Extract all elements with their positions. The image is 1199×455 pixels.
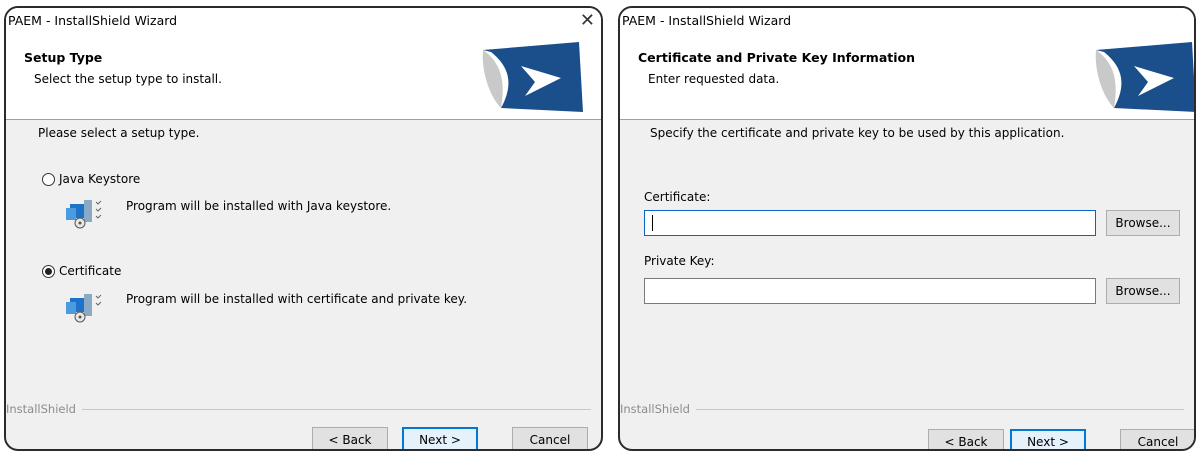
banner-title: Certificate and Private Key Information <box>638 50 916 65</box>
browse-private-key-button[interactable]: Browse... <box>1106 278 1180 304</box>
wizard-banner: Setup Type Select the setup type to inst… <box>6 36 601 120</box>
wizard-banner: Certificate and Private Key Information … <box>620 36 1194 120</box>
installshield-logo-icon <box>482 42 583 112</box>
title-bar: PAEM - InstallShield Wizard <box>620 8 1194 36</box>
browse-certificate-button[interactable]: Browse... <box>1106 210 1180 236</box>
install-package-icon <box>66 200 102 229</box>
install-package-icon <box>66 294 102 323</box>
certificate-input[interactable] <box>644 210 1096 236</box>
window-title: PAEM - InstallShield Wizard <box>622 13 792 28</box>
window-title: PAEM - InstallShield Wizard <box>8 13 178 28</box>
radio-circle[interactable] <box>42 264 55 278</box>
cancel-button[interactable]: Cancel <box>512 427 588 449</box>
installshield-brand-line: InstallShield <box>6 402 591 416</box>
installshield-brand-line: InstallShield <box>620 402 1184 416</box>
banner-subtitle: Enter requested data. <box>648 72 780 86</box>
certificate-window: PAEM - InstallShield Wizard Certificate … <box>618 6 1196 451</box>
title-bar: PAEM - InstallShield Wizard ✕ <box>6 8 601 36</box>
cancel-button[interactable]: Cancel <box>1120 429 1194 449</box>
radio-java-keystore[interactable]: Java Keystore <box>42 172 140 186</box>
private-key-input[interactable] <box>644 278 1096 304</box>
banner-subtitle: Select the setup type to install. <box>34 72 222 86</box>
next-button[interactable]: Next > <box>402 427 478 449</box>
cert-prompt: Specify the certificate and private key … <box>650 126 1065 140</box>
brand-divider <box>81 408 591 410</box>
installshield-logo-icon <box>1095 42 1194 112</box>
radio-label: Java Keystore <box>59 172 141 186</box>
text-caret <box>652 215 653 231</box>
radio-certificate[interactable]: Certificate <box>42 264 121 278</box>
brand-divider <box>695 408 1184 410</box>
close-icon[interactable]: ✕ <box>580 10 595 32</box>
back-button[interactable]: < Back <box>928 429 1004 449</box>
setup-prompt: Please select a setup type. <box>38 126 200 140</box>
radio-selected-dot <box>45 267 52 275</box>
option-description: Program will be installed with certifica… <box>126 292 468 306</box>
radio-circle[interactable] <box>42 172 55 186</box>
brand-text: InstallShield <box>6 402 76 416</box>
option-description: Program will be installed with Java keys… <box>126 199 392 213</box>
setup-type-window: PAEM - InstallShield Wizard ✕ Setup Type… <box>4 6 603 451</box>
radio-label: Certificate <box>59 264 122 278</box>
banner-title: Setup Type <box>24 50 103 65</box>
private-key-label: Private Key: <box>644 254 715 268</box>
next-button[interactable]: Next > <box>1010 429 1086 449</box>
brand-text: InstallShield <box>620 402 690 416</box>
certificate-label: Certificate: <box>644 190 711 204</box>
back-button[interactable]: < Back <box>312 427 388 449</box>
